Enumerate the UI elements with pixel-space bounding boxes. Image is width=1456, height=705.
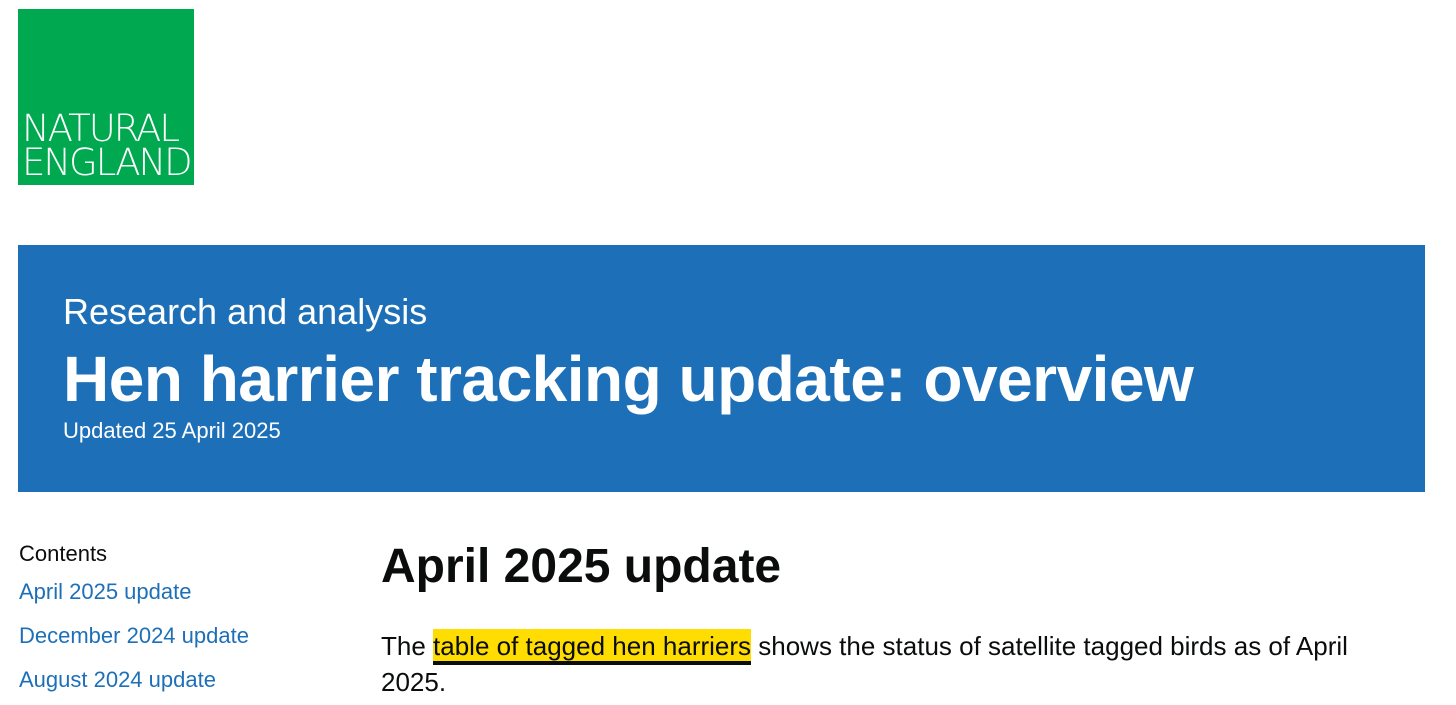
contents-nav: Contents April 2025 update December 2024… [19, 538, 339, 705]
contents-item: August 2024 update [19, 664, 339, 698]
title-banner: Research and analysis Hen harrier tracki… [18, 245, 1425, 492]
document-type: Research and analysis [63, 291, 428, 332]
contents-link-december-2024[interactable]: December 2024 update [19, 623, 249, 648]
paragraph-text-before: The [381, 631, 434, 661]
contents-heading: Contents [19, 541, 108, 566]
contents-item: December 2024 update [19, 620, 339, 654]
contents-link-april-2025[interactable]: April 2025 update [19, 579, 191, 604]
updated-date: Updated 25 April 2025 [63, 418, 281, 443]
contents-link-august-2024[interactable]: August 2024 update [19, 667, 216, 692]
contents-list: April 2025 update December 2024 update A… [19, 576, 339, 698]
section-heading: April 2025 update [381, 540, 782, 593]
tagged-hen-harriers-table-link[interactable]: table of tagged hen harriers [433, 631, 752, 661]
main-content: April 2025 update The table of tagged he… [381, 532, 1421, 700]
page: NATURAL ENGLAND Research and analysis He… [0, 0, 1456, 705]
natural-england-logo[interactable]: NATURAL ENGLAND [18, 9, 194, 185]
page-title: Hen harrier tracking update: overview [63, 343, 1194, 415]
logo-text: NATURAL ENGLAND [22, 107, 193, 184]
body-paragraph: The table of tagged hen harriers shows t… [381, 628, 1401, 700]
contents-item: April 2025 update [19, 576, 339, 610]
